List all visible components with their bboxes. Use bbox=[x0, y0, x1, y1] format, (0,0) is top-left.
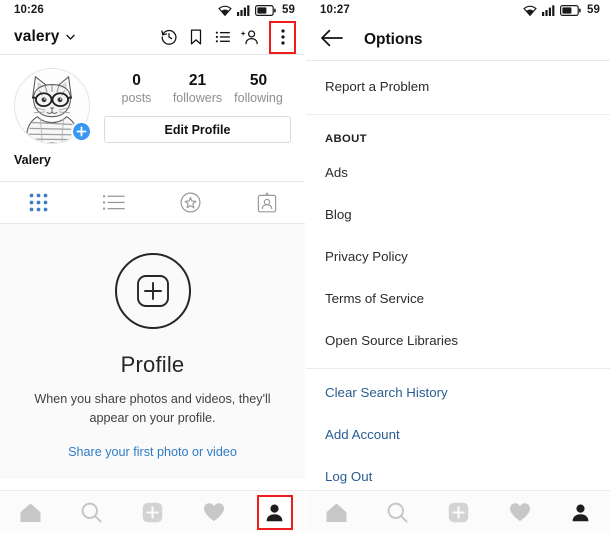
stat-label: following bbox=[234, 91, 283, 105]
list-icon[interactable] bbox=[209, 24, 236, 51]
plus-in-rounded-square-icon bbox=[114, 253, 191, 329]
new-post-tab[interactable] bbox=[428, 491, 489, 533]
options-divider-2 bbox=[306, 368, 610, 369]
activity-tab[interactable] bbox=[183, 491, 244, 533]
history-clock-icon[interactable] bbox=[155, 24, 182, 51]
heart-icon bbox=[203, 502, 225, 522]
stat-label: posts bbox=[121, 91, 152, 105]
grid-tab[interactable] bbox=[0, 182, 76, 223]
more-vertical-icon[interactable] bbox=[269, 20, 296, 54]
signal-bars-icon bbox=[542, 4, 555, 16]
privacy-policy[interactable]: Privacy Policy bbox=[306, 235, 610, 277]
bottom-nav-right bbox=[306, 490, 610, 533]
home-icon bbox=[19, 502, 42, 523]
tagged-person-icon bbox=[257, 192, 277, 213]
profile-tab-highlight bbox=[256, 494, 293, 530]
username-label[interactable]: valery bbox=[14, 28, 59, 46]
stat-followers[interactable]: 21 followers bbox=[170, 71, 226, 107]
grid-icon bbox=[29, 193, 48, 212]
about-section-header: ABOUT bbox=[325, 133, 367, 145]
search-icon bbox=[81, 502, 102, 523]
battery-icon bbox=[255, 4, 276, 16]
status-clock: 10:27 bbox=[320, 4, 350, 16]
home-tab[interactable] bbox=[0, 491, 61, 533]
options-list: Report a Problem ABOUT Ads Blog Privacy … bbox=[306, 61, 610, 497]
avatar-wrapper[interactable] bbox=[14, 68, 92, 144]
options-header: Options bbox=[306, 20, 610, 60]
plus-square-icon bbox=[142, 502, 163, 523]
empty-state-title: Profile bbox=[120, 352, 185, 377]
stat-following[interactable]: 50 following bbox=[231, 71, 287, 107]
ads[interactable]: Ads bbox=[306, 151, 610, 193]
empty-state-subtitle: When you share photos and videos, they'l… bbox=[34, 392, 271, 425]
search-tab[interactable] bbox=[61, 491, 122, 533]
add-person-icon[interactable] bbox=[236, 24, 263, 51]
profile-tab[interactable] bbox=[244, 491, 305, 533]
display-name-label: Valery bbox=[14, 153, 51, 167]
status-bar-left: 10:26 59 bbox=[0, 0, 305, 20]
open-source-libraries[interactable]: Open Source Libraries bbox=[306, 319, 610, 361]
battery-percent: 59 bbox=[587, 4, 600, 16]
stat-value: 0 bbox=[132, 72, 141, 89]
signal-bars-icon bbox=[237, 4, 250, 16]
list-tab[interactable] bbox=[76, 182, 152, 223]
page-title: Options bbox=[364, 31, 423, 48]
status-bar-right: 10:27 59 bbox=[306, 0, 610, 20]
status-icons: 59 bbox=[218, 4, 295, 16]
profile-summary: 0 posts 21 followers 50 following Edit P… bbox=[0, 55, 305, 144]
plus-icon[interactable] bbox=[71, 121, 92, 142]
star-circle-icon bbox=[180, 192, 201, 213]
wifi-icon bbox=[218, 5, 232, 16]
battery-icon bbox=[560, 4, 581, 16]
home-tab[interactable] bbox=[306, 491, 367, 533]
chevron-down-icon[interactable] bbox=[59, 24, 81, 51]
search-tab[interactable] bbox=[367, 491, 428, 533]
report-a-problem[interactable]: Report a Problem bbox=[306, 65, 610, 107]
bookmark-icon[interactable] bbox=[182, 24, 209, 51]
list-view-icon bbox=[103, 194, 125, 211]
clear-search-history[interactable]: Clear Search History bbox=[306, 371, 610, 413]
status-clock: 10:26 bbox=[14, 4, 44, 16]
options-divider-1 bbox=[306, 114, 610, 115]
arrow-left-icon[interactable] bbox=[321, 29, 343, 52]
heart-icon bbox=[509, 502, 531, 522]
stats-row: 0 posts 21 followers 50 following bbox=[104, 68, 291, 107]
add-account[interactable]: Add Account bbox=[306, 413, 610, 455]
home-icon bbox=[325, 502, 348, 523]
activity-tab[interactable] bbox=[489, 491, 550, 533]
terms-of-service[interactable]: Terms of Service bbox=[306, 277, 610, 319]
search-icon bbox=[387, 502, 408, 523]
profile-tabs-wrapper bbox=[0, 181, 305, 224]
bottom-nav-left bbox=[0, 490, 305, 533]
dual-screenshot: 10:26 59 valery 0 posts 21 followers 50 … bbox=[0, 0, 610, 533]
empty-profile-state: Profile When you share photos and videos… bbox=[0, 224, 305, 479]
plus-square-icon bbox=[448, 502, 469, 523]
battery-percent: 59 bbox=[282, 4, 295, 16]
saved-tab[interactable] bbox=[153, 182, 229, 223]
profile-header: valery bbox=[0, 20, 305, 54]
person-icon bbox=[265, 503, 284, 522]
tagged-tab[interactable] bbox=[229, 182, 305, 223]
person-icon bbox=[571, 503, 590, 522]
new-post-tab[interactable] bbox=[122, 491, 183, 533]
stat-label: followers bbox=[172, 91, 223, 105]
share-first-photo-link[interactable]: Share your first photo or video bbox=[68, 445, 237, 459]
stats-column: 0 posts 21 followers 50 following Edit P… bbox=[90, 68, 291, 144]
stat-value: 21 bbox=[188, 72, 207, 89]
header-actions bbox=[155, 20, 296, 54]
blog[interactable]: Blog bbox=[306, 193, 610, 235]
stat-value: 50 bbox=[249, 72, 268, 89]
profile-tabs bbox=[0, 182, 305, 223]
edit-profile-button[interactable]: Edit Profile bbox=[104, 116, 291, 143]
stat-posts[interactable]: 0 posts bbox=[109, 71, 165, 107]
profile-tab[interactable] bbox=[550, 491, 610, 533]
profile-screen: 10:26 59 valery 0 posts 21 followers 50 … bbox=[0, 0, 305, 533]
wifi-icon bbox=[523, 5, 537, 16]
status-icons: 59 bbox=[523, 4, 600, 16]
options-screen: 10:27 59 Options Report a Problem ABOUT … bbox=[305, 0, 610, 533]
